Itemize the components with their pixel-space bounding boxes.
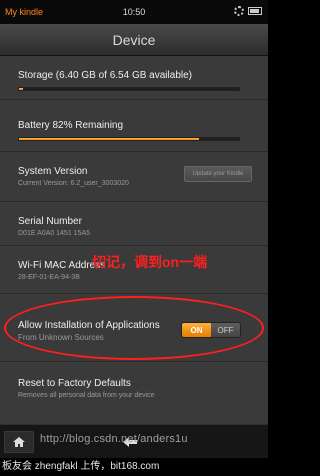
reset-label: Reset to Factory Defaults [18, 378, 131, 389]
status-time: 10:50 [122, 7, 146, 17]
battery-label: Battery 82% Remaining [18, 120, 124, 131]
reset-subtitle: Removes all personal data from your devi… [18, 392, 155, 399]
battery-bar-fill [19, 138, 200, 140]
serial-number-row: Serial Number D01E A0A0 1451 15A5 [0, 202, 268, 246]
annotation-text: 切记，调到on一端 [92, 254, 208, 270]
update-kindle-button[interactable]: Update your Kindle [184, 166, 252, 182]
blog-watermark: http://blog.csdn.net/anders1u [40, 433, 188, 445]
serial-number-label: Serial Number [18, 216, 82, 227]
serial-number-value: D01E A0A0 1451 15A5 [18, 230, 91, 237]
system-version-value: Current Version: 6.2_user_3003020 [18, 180, 129, 187]
battery-icon [248, 7, 262, 15]
status-bar: My kindle 10:50 [0, 0, 268, 24]
wifi-mac-value: 28-EF-01-EA-94-3B [18, 274, 80, 281]
page-title: Device [0, 24, 268, 56]
reset-row[interactable]: Reset to Factory Defaults Removes all pe… [0, 362, 268, 424]
annotation-circle [4, 296, 264, 360]
battery-row[interactable]: Battery 82% Remaining [0, 100, 268, 152]
storage-label: Storage (6.40 GB of 6.54 GB available) [18, 70, 192, 81]
storage-bar-fill [19, 88, 24, 90]
gear-icon[interactable] [234, 6, 244, 16]
storage-row[interactable]: Storage (6.40 GB of 6.54 GB available) [0, 56, 268, 100]
home-icon[interactable] [4, 431, 34, 453]
system-version-row[interactable]: System Version Current Version: 6.2_user… [0, 152, 268, 202]
battery-bar [18, 137, 240, 141]
system-version-label: System Version [18, 166, 88, 177]
storage-bar [18, 87, 240, 91]
settings-list: Storage (6.40 GB of 6.54 GB available) B… [0, 56, 268, 424]
upload-footer: 板友会 zhengfakl 上传，bit168.com [0, 458, 268, 476]
wifi-mac-row: Wi-Fi MAC Address 28-EF-01-EA-94-3B 切记，调… [0, 246, 268, 294]
